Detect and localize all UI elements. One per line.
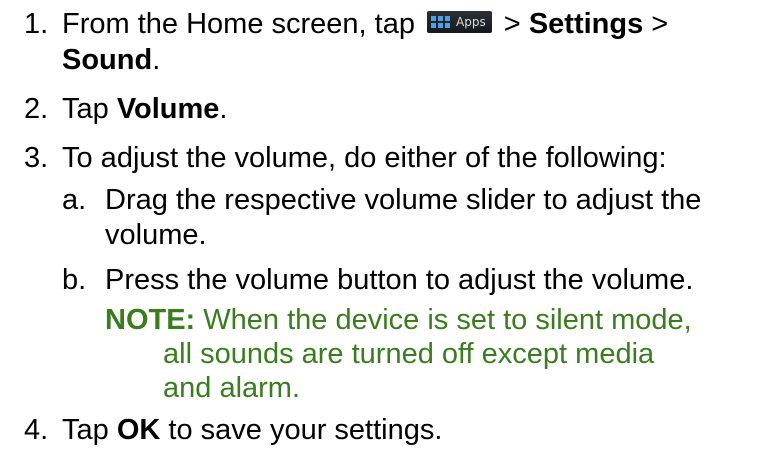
step-2-number: 2. [24, 92, 49, 125]
step-1-separator-1: > [495, 8, 529, 40]
step-1-settings: Settings [528, 8, 644, 40]
note-text-1: When the device is set to silent mode, [195, 303, 692, 336]
step-1-number: 1. [24, 8, 49, 40]
note-line-3: and alarm. [163, 371, 301, 404]
step-3-number: 3. [24, 142, 49, 175]
step-1-period: . [152, 43, 161, 76]
step-2-text: Tap [62, 92, 117, 125]
step-1-sound: Sound [62, 43, 153, 76]
note-line-2: all sounds are turned off except media [163, 337, 655, 370]
step-2-volume: Volume [116, 92, 220, 125]
step-3-text: To adjust the volume, do either of the f… [62, 142, 667, 175]
step-4-rest: to save your settings. [160, 414, 443, 446]
step-2-line: Tap Volume. [62, 91, 227, 127]
step-1-text: From the Home screen, tap [62, 8, 415, 40]
substep-b-letter: b. [62, 263, 87, 296]
step-1-line-2: Sound. [62, 42, 160, 78]
apps-button-image: Apps [427, 11, 492, 34]
note-line-1: NOTE: When the device is set to silent m… [105, 302, 692, 338]
step-4-line: Tap OK to save your settings. [62, 412, 442, 448]
step-2-period: . [219, 92, 228, 125]
step-1-line-1: From the Home screen, tap Apps > Setting… [62, 6, 668, 42]
substep-a-line-2: volume. [105, 218, 207, 251]
step-1-separator-2: > [643, 8, 669, 40]
step-4-number: 4. [24, 414, 49, 446]
step-4-text: Tap [62, 414, 117, 446]
substep-b-text: Press the volume button to adjust the vo… [105, 263, 694, 296]
apps-label: Apps [456, 15, 486, 30]
apps-grid-icon [431, 16, 451, 29]
substep-a-line-1: Drag the respective volume slider to adj… [105, 183, 702, 216]
instruction-document: 1. From the Home screen, tap Apps > Sett… [0, 0, 770, 450]
step-4-ok: OK [116, 414, 161, 446]
substep-a-letter: a. [62, 183, 87, 216]
note-label: NOTE: [105, 303, 196, 336]
